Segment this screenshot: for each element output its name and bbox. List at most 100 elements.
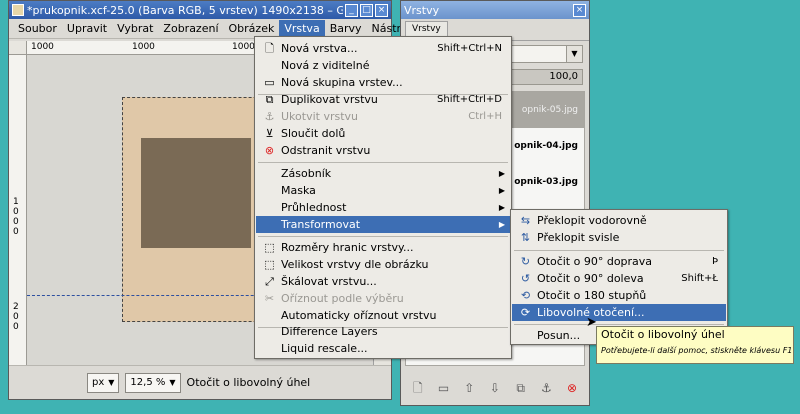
ruler-label: 1000 (132, 42, 155, 52)
new-layer-group-icon[interactable]: ▭ (436, 380, 452, 396)
menu-item-scale-layer[interactable]: ⤢ Škálovat vrstvu... (256, 273, 510, 290)
menu-item-label: Duplikovat vrstvu (281, 93, 378, 106)
gimp-app-icon (12, 4, 24, 16)
new-layer-group-icon: ▭ (264, 76, 275, 89)
menu-item-duplicate-layer[interactable]: ⧉ Duplikovat vrstvu Shift+Ctrl+D (256, 91, 510, 108)
menu-item-label: Automaticky oříznout vrstvu (281, 309, 437, 322)
rotate-180-icon: ⟲ (520, 289, 531, 302)
menu-item-new-from-visible[interactable]: Nová z viditelné (256, 57, 510, 74)
menu-barvy[interactable]: Barvy (325, 20, 367, 37)
close-icon[interactable]: × (573, 3, 586, 17)
menu-vrstva[interactable]: Vrstva (279, 20, 325, 37)
flip-horizontal-icon: ⇆ (520, 214, 531, 227)
menu-item-label: Otočit o 90° doprava (537, 255, 653, 268)
menu-item-difference-layers[interactable]: Difference Layers (256, 323, 510, 340)
menu-item-label: Nová z viditelné (281, 59, 370, 72)
menu-zobrazeni[interactable]: Zobrazení (158, 20, 223, 37)
menu-soubor[interactable]: Soubor (13, 20, 62, 37)
ruler-label: 1000 (31, 42, 54, 52)
menu-item-shortcut: Shift+Ctrl+D (437, 94, 502, 105)
layer-buttons: 🗋 ▭ ⇧ ⇩ ⧉ ⚓ ⊗ (405, 377, 585, 399)
ruler-v-block-1: 1 0 0 0 (13, 197, 21, 237)
menu-item-autocrop-layer[interactable]: Automaticky oříznout vrstvu (256, 307, 510, 324)
menu-item-transform[interactable]: Transformovat ▶ (256, 216, 510, 233)
chevron-down-icon[interactable]: ▼ (567, 45, 583, 63)
duplicate-layer-icon[interactable]: ⧉ (513, 380, 529, 396)
vertical-ruler[interactable]: 1 0 0 0 2 0 0 (9, 55, 27, 365)
dock-titlebar[interactable]: Vrstvy × (401, 1, 589, 19)
menu-item-layer-to-image-size[interactable]: ⬚ Velikost vrstvy dle obrázku (256, 256, 510, 273)
zoom-select[interactable]: 12,5 % ▼ (125, 372, 181, 393)
ruler-label: 1000 (232, 42, 255, 52)
menu-item-label: Nová skupina vrstev... (281, 76, 403, 89)
unit-select[interactable]: px ▼ (87, 372, 120, 393)
ruler-corner[interactable] (9, 41, 27, 55)
new-layer-icon: 🗋 (265, 42, 274, 55)
ruler-digit: 2 (13, 302, 19, 312)
flip-vertical-icon: ⇅ (520, 231, 531, 244)
raise-layer-icon[interactable]: ⇧ (461, 380, 477, 396)
submenu-arrow-icon: ▶ (498, 186, 505, 195)
blank-icon (263, 325, 276, 338)
menu-item-liquid-rescale[interactable]: Liquid rescale... (256, 340, 510, 357)
chevron-down-icon: ▼ (108, 378, 115, 387)
menu-item-shortcut: Shift+Ł (681, 273, 718, 284)
photo-illustration (141, 138, 251, 248)
menu-vybrat[interactable]: Vybrat (112, 20, 158, 37)
menu-item-rotate-90-ccw[interactable]: ↺ Otočit o 90° doleva Shift+Ł (512, 270, 726, 287)
menu-item-flip-horizontal[interactable]: ⇆ Překlopit vodorovně (512, 212, 726, 229)
blank-icon (263, 218, 276, 231)
blank-icon (263, 201, 276, 214)
menu-obrazek[interactable]: Obrázek (224, 20, 280, 37)
menu-item-layer-boundary-size[interactable]: ⬚ Rozměry hranic vrstvy... (256, 239, 510, 256)
menu-item-merge-down[interactable]: ⊻ Sloučit dolů (256, 125, 510, 142)
menu-item-mask[interactable]: Maska ▶ (256, 182, 510, 199)
blank-icon (263, 342, 276, 355)
menu-separator (258, 236, 508, 237)
menu-item-label: Odstranit vrstvu (281, 144, 371, 157)
menu-item-shortcut: Þ (711, 256, 718, 267)
status-message: Otočit o libovolný úhel (186, 376, 311, 389)
menu-item-label: Oříznout podle výběru (281, 292, 404, 305)
rotate-cw-icon: ↻ (520, 255, 531, 268)
menu-item-shortcut: Ctrl+H (468, 111, 502, 122)
delete-layer-icon[interactable]: ⊗ (564, 380, 580, 396)
ruler-digit: 0 (13, 217, 19, 227)
menu-item-flip-vertical[interactable]: ⇅ Překlopit svisle (512, 229, 726, 246)
menu-item-label: Transformovat (281, 218, 361, 231)
menu-item-new-layer-group[interactable]: ▭ Nová skupina vrstev... (256, 74, 510, 91)
menu-item-rotate-90-cw[interactable]: ↻ Otočit o 90° doprava Þ (512, 253, 726, 270)
menu-upravit[interactable]: Upravit (62, 20, 112, 37)
scale-icon: ⤢ (265, 275, 274, 288)
menu-item-delete-layer[interactable]: ⊗ Odstranit vrstvu (256, 142, 510, 159)
minimize-icon[interactable]: _ (345, 3, 358, 17)
menu-item-label: Překlopit vodorovně (537, 214, 647, 227)
lower-layer-icon[interactable]: ⇩ (487, 380, 503, 396)
blank-icon (519, 329, 532, 342)
transform-submenu: ⇆ Překlopit vodorovně ⇅ Překlopit svisle ↻… (510, 209, 728, 345)
menu-item-stack[interactable]: Zásobník ▶ (256, 165, 510, 182)
ruler-digit: 1 (13, 197, 19, 207)
maximize-icon[interactable]: □ (360, 3, 373, 17)
tooltip: Otočit o libovolný úhel Potřebujete-li d… (596, 326, 794, 364)
menu-separator (258, 162, 508, 163)
ruler-v-block-2: 2 0 0 (13, 302, 21, 332)
chevron-down-icon: ▼ (169, 378, 176, 387)
menu-item-label: Sloučit dolů (281, 127, 346, 140)
anchor-layer-icon[interactable]: ⚓ (538, 380, 554, 396)
mouse-cursor-icon: ➤ (586, 315, 597, 330)
menu-item-arbitrary-rotation[interactable]: ⟳ Libovolné otočení... (512, 304, 726, 321)
main-titlebar[interactable]: *prukopnik.xcf-25.0 (Barva RGB, 5 vrstev… (9, 1, 391, 19)
menu-item-label: Libovolné otočení... (537, 306, 645, 319)
menu-item-transparency[interactable]: Průhlednost ▶ (256, 199, 510, 216)
submenu-arrow-icon: ▶ (498, 203, 505, 212)
vrstva-menu: 🗋 Nová vrstva... Shift+Ctrl+N Nová z vidit… (254, 36, 512, 359)
menu-item-label: Nová vrstva... (281, 42, 358, 55)
menu-item-new-layer[interactable]: 🗋 Nová vrstva... Shift+Ctrl+N (256, 40, 510, 57)
menu-item-rotate-180[interactable]: ⟲ Otočit o 180 stupňů (512, 287, 726, 304)
anchor-icon: ⚓ (264, 110, 275, 123)
close-icon[interactable]: × (375, 3, 388, 17)
ruler-digit: 0 (13, 312, 19, 322)
new-layer-icon[interactable]: 🗋 (410, 380, 426, 396)
blank-icon (263, 309, 276, 322)
